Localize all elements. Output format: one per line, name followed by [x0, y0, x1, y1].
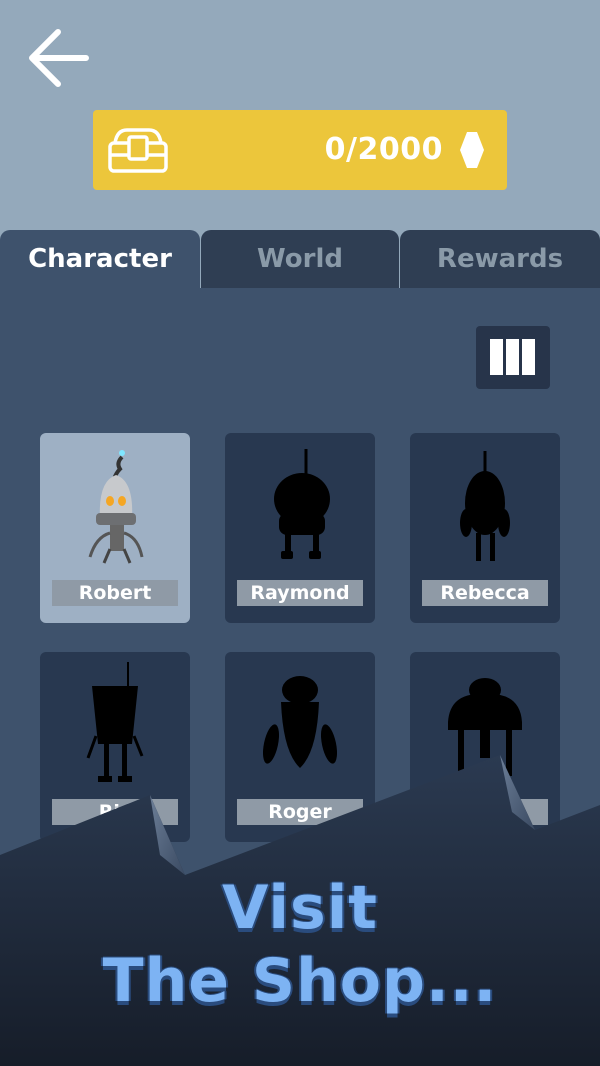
character-card-robert[interactable]: Robert — [40, 433, 190, 623]
character-name: Ric — [52, 799, 178, 825]
currency-count: 0/2000 — [324, 132, 443, 167]
robot-robert-image — [88, 450, 144, 564]
character-name: Raymond — [237, 580, 363, 606]
character-card-raymond[interactable]: Raymond — [225, 433, 375, 623]
tab-rewards[interactable]: Rewards — [400, 230, 600, 288]
character-name: Roger — [237, 799, 363, 825]
promo-line-2: The Shop... — [102, 946, 498, 1016]
character-name: Robert — [52, 580, 178, 606]
character-name: l — [422, 799, 548, 825]
character-name: Rebecca — [422, 580, 548, 606]
back-button[interactable] — [26, 28, 90, 88]
currency-bar: 0/2000 — [93, 110, 507, 190]
locked-silhouette-icon — [262, 676, 338, 768]
locked-silhouette-icon — [86, 662, 144, 782]
tab-character[interactable]: Character — [0, 230, 200, 288]
character-card-6[interactable]: l — [410, 652, 560, 842]
character-card-roger[interactable]: Roger — [225, 652, 375, 842]
character-card-rebecca[interactable]: Rebecca — [410, 433, 560, 623]
locked-silhouette-icon — [274, 449, 330, 559]
arrow-left-icon — [29, 29, 89, 87]
treasure-chest-icon — [108, 128, 168, 173]
visit-shop-banner[interactable]: Visit The Shop... — [0, 870, 600, 1016]
tab-label: Character — [28, 244, 172, 274]
gem-icon — [460, 132, 484, 168]
grid-view-button[interactable] — [476, 326, 550, 389]
locked-silhouette-icon — [448, 678, 522, 776]
character-card-4[interactable]: Ric — [40, 652, 190, 842]
tab-label: World — [257, 244, 343, 274]
locked-silhouette-icon — [460, 451, 510, 561]
tab-label: Rewards — [436, 244, 564, 274]
promo-line-1: Visit — [222, 873, 378, 943]
tab-world[interactable]: World — [201, 230, 399, 288]
